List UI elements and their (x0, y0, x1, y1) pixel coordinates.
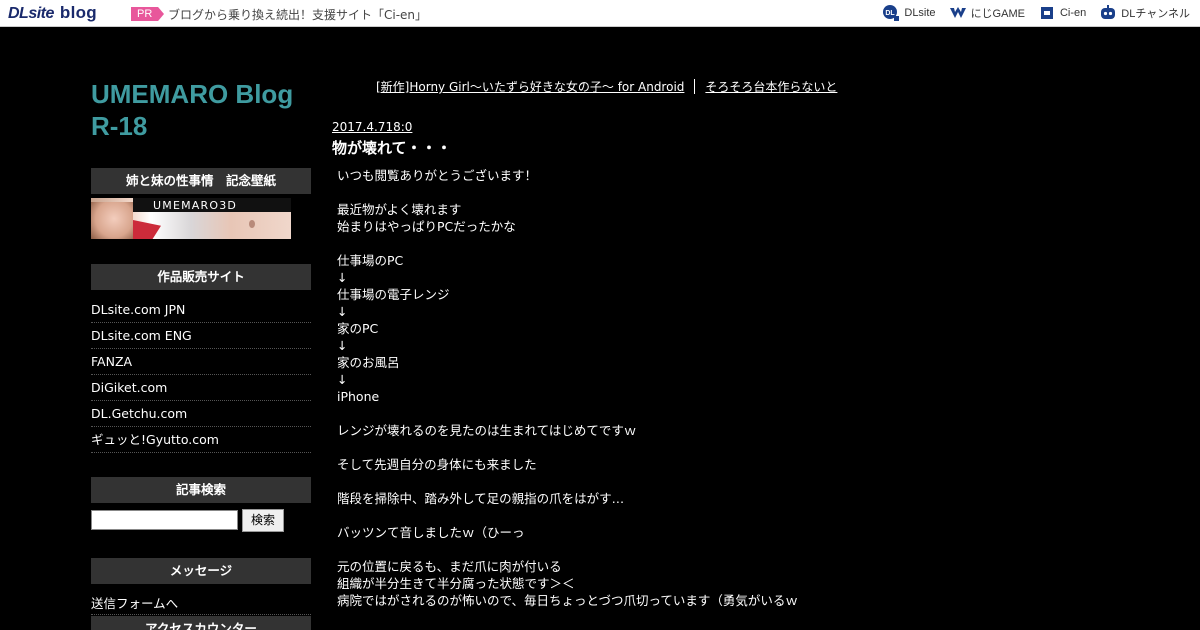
sales-sites-heading: 作品販売サイト (91, 264, 311, 290)
post-line: iPhone (337, 389, 380, 404)
post-line: レンジが壊れるのを見たのは生まれてはじめてですｗ (337, 423, 637, 438)
dlsite-blog-logo[interactable]: DLsite blog (8, 3, 97, 23)
post-line (337, 405, 837, 422)
sales-site-link[interactable]: DLsite.com JPN (91, 297, 311, 323)
next-post-link[interactable]: そろそろ台本作らないと (705, 78, 837, 95)
post-line: ↓ (337, 304, 348, 319)
banner-red-shape (133, 220, 161, 239)
cien-icon (1040, 7, 1053, 19)
logo-dlsite-text: DLsite (8, 5, 54, 22)
nav-divider (694, 79, 696, 94)
post-line (337, 235, 837, 252)
nav-nijigame-label: にじGAME (970, 8, 1025, 20)
nav-dlsite-label: DLsite (904, 7, 936, 19)
post-date[interactable]: 2017.4.718:0 (332, 120, 412, 134)
post-line: 始まりはやっぱりPCだったかな (337, 219, 516, 234)
post-line (337, 541, 837, 558)
post-line: そして先週自分の身体にも来ました (337, 457, 537, 472)
pr-badge: PR (131, 7, 164, 21)
post-line: ↓ (337, 270, 348, 285)
nav-dlsite[interactable]: DL DLsite (882, 4, 936, 22)
post-line: 仕事場のPC (337, 253, 404, 268)
post-line (337, 184, 837, 201)
post-line: 家のPC (337, 321, 379, 336)
post-line: 階段を掃除中、踏み外して足の親指の爪をはがす… (337, 491, 625, 506)
logo-blog-text: blog (59, 3, 97, 22)
dlchannel-icon (1101, 5, 1116, 19)
prev-post-link[interactable]: [新作]Horny Girl～いたずら好きな女の子～ for Android (376, 78, 684, 95)
banner-detail (249, 220, 255, 228)
sales-site-link[interactable]: FANZA (91, 349, 311, 375)
nav-cien-label: Ci-en (1059, 7, 1087, 19)
post-line: ↓ (337, 372, 348, 387)
post-line: 病院ではがされるのが怖いので、毎日ちょっとづつ爪切っています（勇気がいるｗ (337, 593, 798, 608)
post-line: いつも閲覧ありがとうございます！ (337, 168, 538, 183)
banner-face-image (91, 202, 133, 239)
search-heading: 記事検索 (91, 477, 311, 503)
search-button[interactable]: 検索 (242, 509, 284, 532)
post-line: バッツンて音しましたｗ（ひーっ (337, 525, 525, 540)
post-body: いつも閲覧ありがとうございます！ 最近物がよく壊れます 始まりはやっぱりPCだっ… (337, 167, 837, 609)
dlsite-icon: DL (883, 5, 900, 21)
post-line: 仕事場の電子レンジ (337, 287, 450, 302)
search-input[interactable] (91, 510, 238, 530)
sales-site-link[interactable]: ギュッと!Gyutto.com (91, 427, 311, 453)
banner-text: UMEMARO3D (153, 199, 238, 212)
sales-sites-list: DLsite.com JPN DLsite.com ENG FANZA DiGi… (91, 297, 311, 453)
nav-dlchannel[interactable]: DLチャンネル (1099, 4, 1190, 22)
post-line (337, 507, 837, 524)
nijigame-icon (949, 7, 966, 18)
post-line (337, 473, 837, 490)
blog-title[interactable]: UMEMARO Blog R-18 (91, 78, 316, 142)
post-line: ↓ (337, 338, 348, 353)
post-line: 最近物がよく壊れます (337, 202, 462, 217)
top-nav: DL DLsite にじGAME Ci-en DLチャンネル (882, 4, 1190, 22)
post-title: 物が壊れて・・・ (332, 139, 452, 157)
post-navigation: [新作]Horny Girl～いたずら好きな女の子～ for Android そ… (376, 78, 837, 95)
access-counter-heading: アクセスカウンター (91, 616, 311, 630)
post-line: 組織が半分生きて半分腐った状態です＞＜ (337, 576, 575, 591)
nav-cien[interactable]: Ci-en (1038, 4, 1086, 22)
svg-text:DL: DL (886, 10, 896, 17)
nav-nijigame[interactable]: にじGAME (949, 4, 1025, 22)
post-line (337, 439, 837, 456)
nav-dlchannel-label: DLチャンネル (1121, 8, 1190, 20)
pr-link[interactable]: ブログから乗り換え続出！支援サイト「Ci-en」 (168, 6, 427, 23)
post-line: 元の位置に戻るも、まだ爪に肉が付いる (337, 559, 562, 574)
post-line: 家のお風呂 (337, 355, 400, 370)
sales-site-link[interactable]: DL.Getchu.com (91, 401, 311, 427)
message-heading: メッセージ (91, 558, 311, 584)
wallpaper-banner[interactable]: UMEMARO3D (91, 198, 291, 239)
wallpaper-heading: 姉と妹の性事情 記念壁紙 (91, 168, 311, 194)
top-bar: DLsite blog PR ブログから乗り換え続出！支援サイト「Ci-en」 … (0, 0, 1200, 27)
message-form-link[interactable]: 送信フォームへ (91, 593, 311, 615)
sales-site-link[interactable]: DLsite.com ENG (91, 323, 311, 349)
sales-site-link[interactable]: DiGiket.com (91, 375, 311, 401)
